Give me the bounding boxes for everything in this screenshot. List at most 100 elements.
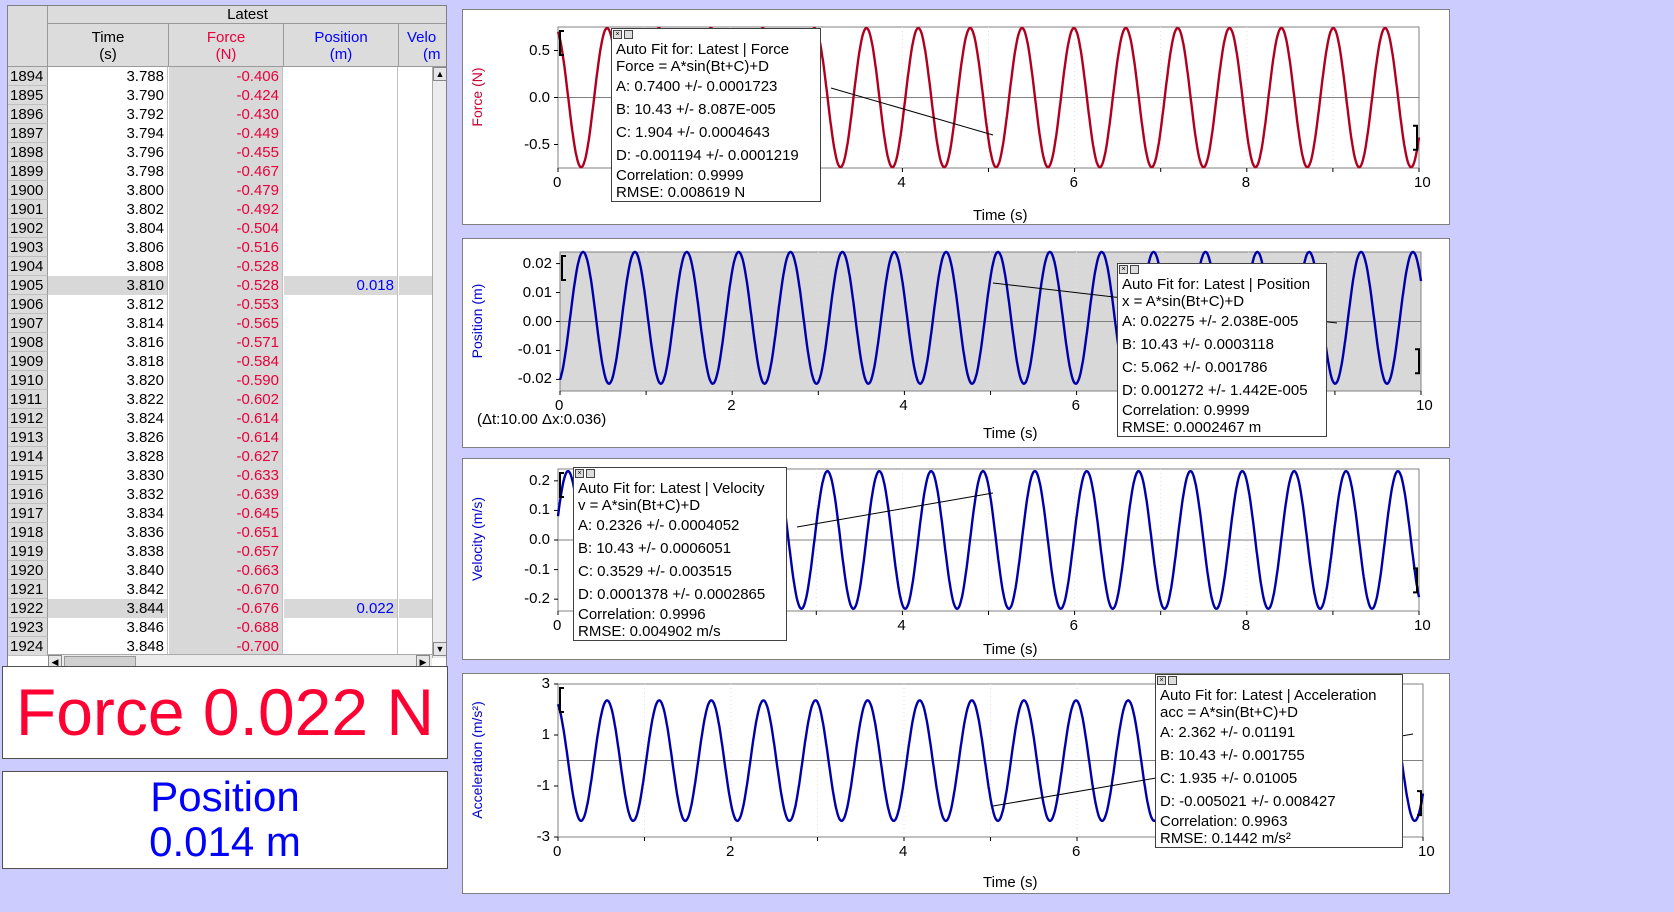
y-axis-label[interactable]: Velocity (m/s) [469,459,485,619]
table-row[interactable]: 1896 3.792 -0.430 [8,105,440,124]
position-cell[interactable] [284,561,398,580]
table-row[interactable]: 1897 3.794 -0.449 [8,124,440,143]
force-cell[interactable]: -0.645 [169,504,283,523]
time-cell[interactable]: 3.792 [48,105,168,124]
time-cell[interactable]: 3.834 [48,504,168,523]
force-cell[interactable]: -0.614 [169,428,283,447]
column-header-velocity[interactable]: Velo (m [399,24,446,67]
time-cell[interactable]: 3.810 [48,276,168,295]
close-icon[interactable]: × [613,30,622,39]
position-cell[interactable] [284,162,398,181]
time-cell[interactable]: 3.794 [48,124,168,143]
fit-box-controls[interactable]: × [612,29,634,39]
force-cell[interactable]: -0.430 [169,105,283,124]
force-cell[interactable]: -0.424 [169,86,283,105]
force-cell[interactable]: -0.455 [169,143,283,162]
table-row[interactable]: 1911 3.822 -0.602 [8,390,440,409]
time-cell[interactable]: 3.800 [48,181,168,200]
force-cell[interactable]: -0.688 [169,618,283,637]
table-row[interactable]: 1909 3.818 -0.584 [8,352,440,371]
time-cell[interactable]: 3.822 [48,390,168,409]
force-cell[interactable]: -0.467 [169,162,283,181]
force-cell[interactable]: -0.553 [169,295,283,314]
time-cell[interactable]: 3.842 [48,580,168,599]
position-cell[interactable] [284,124,398,143]
table-row[interactable]: 1900 3.800 -0.479 [8,181,440,200]
time-cell[interactable]: 3.808 [48,257,168,276]
time-cell[interactable]: 3.838 [48,542,168,561]
fit-box-controls[interactable]: × [574,468,596,478]
graph-acceleration[interactable]: 3 1 -1 -3 0 2 4 6 10 Time (s) Acceleration (m/s²) ×… [462,673,1450,894]
table-row[interactable]: 1903 3.806 -0.516 [8,238,440,257]
force-cell[interactable]: -0.504 [169,219,283,238]
force-cell[interactable]: -0.492 [169,200,283,219]
force-cell[interactable]: -0.651 [169,523,283,542]
position-cell[interactable] [284,371,398,390]
position-cell[interactable] [284,447,398,466]
position-cell[interactable] [284,618,398,637]
table-row[interactable]: 1921 3.842 -0.670 [8,580,440,599]
force-cell[interactable]: -0.670 [169,580,283,599]
vertical-scrollbar[interactable]: ▲ ▼ [432,67,446,658]
time-cell[interactable]: 3.788 [48,67,168,86]
table-row[interactable]: 1901 3.802 -0.492 [8,200,440,219]
force-cell[interactable]: -0.676 [169,599,283,618]
time-cell[interactable]: 3.830 [48,466,168,485]
options-icon[interactable] [586,469,595,478]
position-cell[interactable] [284,504,398,523]
y-axis-label[interactable]: Position (m) [469,241,485,401]
table-row[interactable]: 1895 3.790 -0.424 [8,86,440,105]
force-cell[interactable]: -0.571 [169,333,283,352]
close-icon[interactable]: × [1157,676,1166,685]
auto-fit-box[interactable]: × Auto Fit for: Latest | Position x = A*si… [1117,263,1327,437]
table-row[interactable]: 1917 3.834 -0.645 [8,504,440,523]
table-row[interactable]: 1907 3.814 -0.565 [8,314,440,333]
time-cell[interactable]: 3.812 [48,295,168,314]
force-cell[interactable]: -0.449 [169,124,283,143]
position-cell[interactable] [284,523,398,542]
position-cell[interactable]: 0.018 [284,276,398,295]
position-cell[interactable] [284,409,398,428]
table-row[interactable]: 1894 3.788 -0.406 [8,67,440,86]
time-cell[interactable]: 3.790 [48,86,168,105]
force-cell[interactable]: -0.584 [169,352,283,371]
table-row[interactable]: 1919 3.838 -0.657 [8,542,440,561]
position-cell[interactable] [284,352,398,371]
column-header-force[interactable]: Force (N) [169,24,284,67]
position-cell[interactable] [284,485,398,504]
force-cell[interactable]: -0.528 [169,257,283,276]
auto-fit-box[interactable]: × Auto Fit for: Latest | Force Force = A*s… [611,28,821,202]
time-cell[interactable]: 3.804 [48,219,168,238]
table-row[interactable]: 1910 3.820 -0.590 [8,371,440,390]
position-cell[interactable] [284,333,398,352]
range-bracket-right[interactable] [1413,124,1418,151]
position-cell[interactable]: 0.022 [284,599,398,618]
force-cell[interactable]: -0.602 [169,390,283,409]
time-cell[interactable]: 3.798 [48,162,168,181]
time-cell[interactable]: 3.802 [48,200,168,219]
table-row[interactable]: 1912 3.824 -0.614 [8,409,440,428]
time-cell[interactable]: 3.814 [48,314,168,333]
table-row[interactable]: 1899 3.798 -0.467 [8,162,440,181]
table-row[interactable]: 1920 3.840 -0.663 [8,561,440,580]
force-meter[interactable]: Force 0.022 N [2,666,448,759]
position-cell[interactable] [284,67,398,86]
force-cell[interactable]: -0.590 [169,371,283,390]
column-header-time[interactable]: Time (s) [48,24,169,67]
options-icon[interactable] [1168,676,1177,685]
table-row[interactable]: 1918 3.836 -0.651 [8,523,440,542]
position-cell[interactable] [284,580,398,599]
table-row[interactable]: 1898 3.796 -0.455 [8,143,440,162]
time-cell[interactable]: 3.828 [48,447,168,466]
options-icon[interactable] [1130,265,1139,274]
table-row[interactable]: 1908 3.816 -0.571 [8,333,440,352]
auto-fit-box[interactable]: × Auto Fit for: Latest | Acceleration acc … [1155,674,1403,848]
scroll-down-arrow-icon[interactable]: ▼ [433,642,446,656]
y-axis-label[interactable]: Acceleration (m/s²) [469,680,485,840]
time-cell[interactable]: 3.836 [48,523,168,542]
force-cell[interactable]: -0.479 [169,181,283,200]
fit-box-controls[interactable]: × [1156,675,1178,685]
options-icon[interactable] [624,30,633,39]
position-cell[interactable] [284,390,398,409]
close-icon[interactable]: × [1119,265,1128,274]
